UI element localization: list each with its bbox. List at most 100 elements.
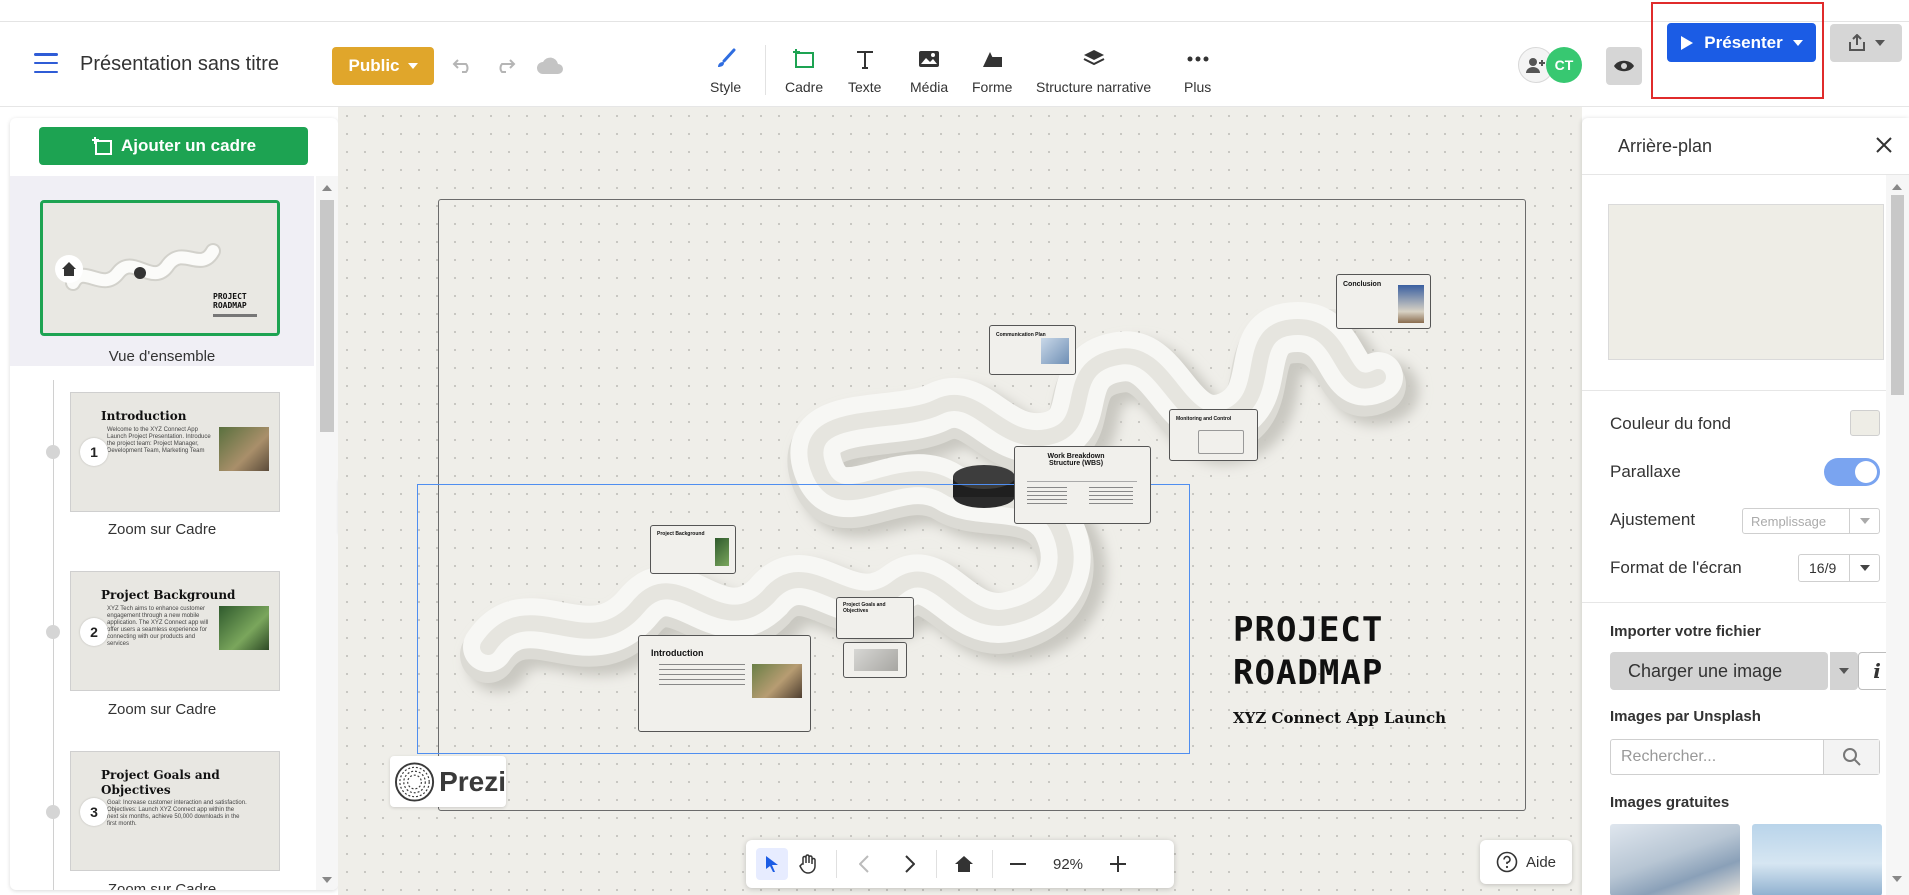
screen-format-value: 16/9 <box>1809 560 1837 576</box>
unsplash-search-input[interactable]: Rechercher... <box>1610 739 1880 775</box>
tool-more[interactable]: Plus <box>1184 45 1211 105</box>
brush-icon <box>715 45 737 73</box>
zoom-in-button[interactable] <box>1102 848 1134 880</box>
divider <box>836 850 837 878</box>
card-communication-plan[interactable]: Communication Plan <box>989 325 1076 375</box>
top-toolbar: Présentation sans titre Public Style Cad… <box>0 23 1909 107</box>
add-frame-label: Ajouter un cadre <box>120 136 257 155</box>
zoom-out-button[interactable] <box>1002 848 1034 880</box>
frame-icon <box>792 45 816 73</box>
tool-text[interactable]: Texte <box>848 45 881 105</box>
cloud-save-icon <box>535 51 565 81</box>
background-preview <box>1608 204 1884 360</box>
canvas[interactable]: Conclusion Communication Plan Monitoring… <box>338 107 1582 895</box>
select-tool-button[interactable] <box>756 848 788 880</box>
card-monitoring-control[interactable]: Monitoring and Control <box>1169 409 1258 461</box>
card-project-background[interactable]: Project Background <box>650 525 736 574</box>
parallax-toggle[interactable] <box>1824 458 1880 486</box>
frame-number: 2 <box>80 618 108 646</box>
unsplash-label: Images par Unsplash <box>1610 708 1761 725</box>
share-button[interactable] <box>1830 24 1902 62</box>
fit-value: Remplissage <box>1751 513 1827 529</box>
scroll-up-icon[interactable] <box>1892 183 1902 191</box>
card-photo <box>1041 338 1069 364</box>
roadmap-title[interactable]: PROJECT ROADMAP <box>1233 609 1383 695</box>
card-wbs[interactable]: Work Breakdown Structure (WBS) <box>1014 446 1151 524</box>
card-title: Work Breakdown Structure (WBS) <box>1047 453 1105 467</box>
bg-color-label: Couleur du fond <box>1610 414 1731 433</box>
zoom-level[interactable]: 92% <box>1042 848 1094 880</box>
shape-icon <box>981 45 1003 73</box>
chevron-down-icon <box>1849 509 1879 533</box>
card-title: Project Background <box>657 531 705 537</box>
fit-label: Ajustement <box>1610 510 1696 529</box>
chevron-right-icon <box>905 855 915 873</box>
panel-title: Arrière-plan <box>1618 136 1713 156</box>
card-image-frame[interactable] <box>843 642 907 678</box>
present-button[interactable]: Présenter <box>1667 23 1816 62</box>
free-image-tile[interactable] <box>1752 824 1882 895</box>
help-button[interactable]: Aide <box>1480 840 1572 884</box>
undo-icon[interactable] <box>448 51 478 81</box>
frame-label: Zoom sur Cadre <box>107 881 217 890</box>
bg-color-swatch[interactable] <box>1850 410 1880 436</box>
menu-icon[interactable] <box>34 53 58 73</box>
frame-label: Zoom sur Cadre <box>107 701 217 718</box>
card-conclusion[interactable]: Conclusion <box>1336 274 1431 329</box>
tool-media[interactable]: Média <box>910 45 948 105</box>
next-button[interactable] <box>894 848 926 880</box>
tool-shape[interactable]: Forme <box>972 45 1012 105</box>
add-frame-button[interactable]: Ajouter un cadre <box>39 127 308 165</box>
free-image-tile[interactable] <box>1610 824 1740 895</box>
scroll-down-icon[interactable] <box>322 876 332 884</box>
frame-number: 1 <box>80 438 108 466</box>
divider <box>992 850 993 878</box>
card-photo <box>1398 285 1424 323</box>
card-project-goals[interactable]: Project Goals and Objectives <box>836 597 914 639</box>
image-icon <box>918 45 940 73</box>
home-button[interactable] <box>948 848 980 880</box>
upload-options-button[interactable] <box>1830 652 1858 690</box>
previous-button[interactable] <box>848 848 880 880</box>
tool-style[interactable]: Style <box>710 45 741 105</box>
prezi-logo-icon <box>394 761 435 802</box>
hand-icon <box>799 854 816 874</box>
play-icon <box>1681 35 1694 50</box>
screen-format-select[interactable]: 16/9 <box>1798 554 1880 582</box>
scroll-down-icon[interactable] <box>1892 875 1902 883</box>
card-photo <box>854 649 898 671</box>
frame-text: XYZ Tech aims to enhance customer engage… <box>107 606 209 647</box>
scroll-up-icon[interactable] <box>322 184 332 192</box>
avatar[interactable]: CT <box>1546 47 1582 83</box>
scroll-thumb[interactable] <box>1891 195 1904 395</box>
search-button[interactable] <box>1823 740 1879 774</box>
roadmap-subtitle[interactable]: XYZ Connect App Launch <box>1233 709 1446 727</box>
card-introduction[interactable]: Introduction <box>638 635 811 732</box>
document-title[interactable]: Présentation sans titre <box>80 53 279 76</box>
timeline-dot <box>46 805 60 819</box>
preview-button[interactable] <box>1606 47 1642 85</box>
visibility-button[interactable]: Public <box>332 47 434 85</box>
close-icon[interactable] <box>1873 134 1895 156</box>
frame-title: Introduction <box>101 409 187 423</box>
card-text-lines <box>1027 487 1067 505</box>
svg-text:ROADMAP: ROADMAP <box>213 301 247 310</box>
pan-tool-button[interactable] <box>792 848 824 880</box>
card-text-lines <box>659 664 745 686</box>
panel-scrollbar[interactable] <box>1886 175 1909 895</box>
scroll-thumb[interactable] <box>320 200 334 432</box>
frames-scrollbar[interactable] <box>316 176 338 890</box>
tool-narrative-structure[interactable]: Structure narrative <box>1036 45 1151 105</box>
divider <box>936 850 937 878</box>
redo-icon[interactable] <box>490 51 520 81</box>
tool-frame[interactable]: Cadre <box>785 45 823 105</box>
chevron-down-icon <box>1849 555 1879 581</box>
fit-select[interactable]: Remplissage <box>1742 508 1880 534</box>
tool-label: Structure narrative <box>1036 79 1152 95</box>
upload-image-button[interactable]: Charger une image <box>1610 652 1828 690</box>
chevron-down-icon[interactable] <box>1792 39 1803 46</box>
screen-format-label: Format de l'écran <box>1610 558 1742 577</box>
toolbar-divider <box>765 45 766 95</box>
overview-thumbnail[interactable]: PROJECT ROADMAP <box>40 200 280 336</box>
search-icon <box>1842 748 1861 766</box>
